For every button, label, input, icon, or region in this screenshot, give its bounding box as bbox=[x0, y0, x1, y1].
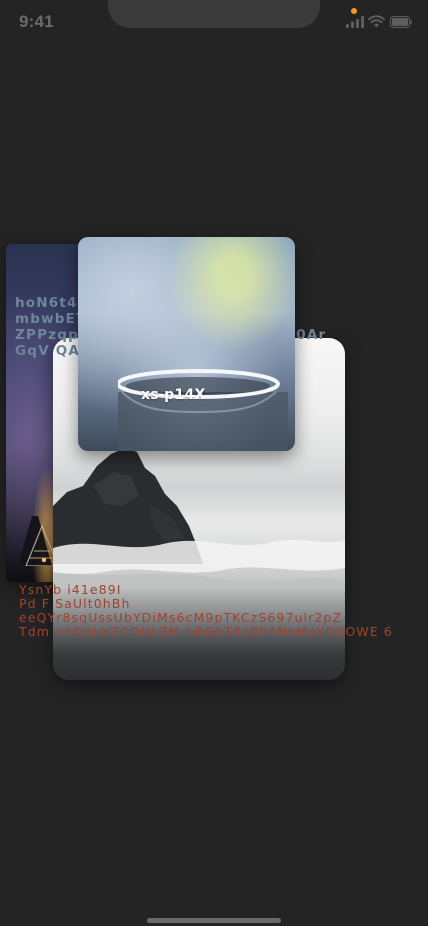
overlay-text-red: YsnYb i41e89I Pd F SaUlt0hBh eeQYr8sqUss… bbox=[19, 583, 424, 639]
overlay-red-line: eeQYr8sqUssUbYDiMs6cM9pTKCzS697ulr2pZ bbox=[19, 610, 343, 625]
status-time: 9:41 bbox=[19, 12, 54, 31]
privacy-indicator-dot bbox=[351, 8, 357, 14]
cup-card-label: xs p14X bbox=[141, 387, 206, 403]
signal-icon bbox=[346, 16, 364, 28]
device-notch bbox=[108, 0, 320, 28]
overlay-red-line: YsnYb i41e89I bbox=[19, 582, 122, 597]
wifi-icon bbox=[368, 15, 385, 28]
steaming-cup-card[interactable]: xs p14X bbox=[78, 237, 295, 451]
cup-rim-shape bbox=[118, 369, 288, 451]
overlay-red-line: Pd F SaUlt0hBh bbox=[19, 596, 131, 611]
home-indicator[interactable] bbox=[147, 918, 281, 923]
overlay-red-line: Tdm u4QxLXZCOULZM hRGbT8sBP4NoMeYDXOWE 6 bbox=[19, 624, 393, 639]
battery-icon bbox=[390, 16, 412, 28]
surf-foam bbox=[53, 540, 345, 588]
